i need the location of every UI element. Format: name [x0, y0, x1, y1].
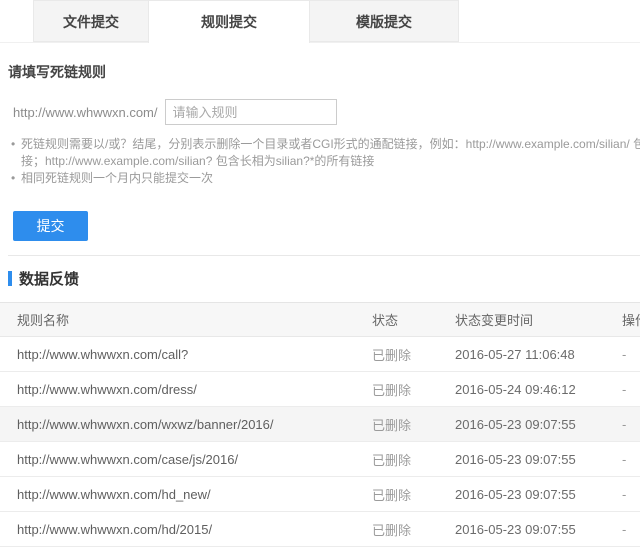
rule-notes: 死链规则需要以/或？结尾，分别表示删除一个目录或者CGI形式的通配链接，例如：h…: [11, 136, 640, 187]
col-header-rule: 规则名称: [17, 313, 70, 328]
rule-form-section: 请填写死链规则 http://www.whwwxn.com/ 死链规则需要以/或…: [0, 62, 640, 241]
site-url-prefix: http://www.whwwxn.com/: [13, 104, 158, 120]
tab-bar: 文件提交 规则提交 模版提交: [0, 0, 640, 43]
table-row: http://www.whwwxn.com/call? 已删除 2016-05-…: [0, 337, 640, 372]
section-divider: [8, 255, 640, 256]
rule-url-cell: http://www.whwwxn.com/case/js/2016/: [17, 451, 239, 467]
time-cell: 2016-05-24 09:46:12: [455, 381, 576, 397]
action-cell: -: [622, 486, 627, 502]
action-cell: -: [622, 416, 627, 432]
rule-note: 相同死链规则一个月内只能提交一次: [11, 170, 640, 187]
rule-note: 死链规则需要以/或？结尾，分别表示删除一个目录或者CGI形式的通配链接，例如：h…: [11, 136, 640, 170]
col-header-status: 状态: [372, 313, 399, 328]
table-row: http://www.whwwxn.com/wxwz/banner/2016/ …: [0, 407, 640, 442]
rule-note-line: 相同死链规则一个月内只能提交一次: [21, 171, 214, 185]
form-heading: 请填写死链规则: [8, 64, 106, 80]
tab-file-submit[interactable]: 文件提交: [33, 0, 149, 42]
status-cell: 已删除: [372, 487, 412, 503]
page: 文件提交 规则提交 模版提交 请填写死链规则 http://www.whwwxn…: [0, 0, 640, 547]
status-cell: 已删除: [372, 417, 412, 433]
status-cell: 已删除: [372, 522, 412, 538]
table-row: http://www.whwwxn.com/hd/2015/ 已删除 2016-…: [0, 512, 640, 547]
rule-url-cell: http://www.whwwxn.com/hd_new/: [17, 486, 211, 502]
rule-note-line: 接；http://www.example.com/silian? 包含长相为si…: [21, 154, 375, 168]
submit-button[interactable]: 提交: [13, 211, 88, 241]
status-cell: 已删除: [372, 382, 412, 398]
rule-url-cell: http://www.whwwxn.com/wxwz/banner/2016/: [17, 416, 274, 432]
feedback-header: 数据反馈: [8, 268, 640, 289]
col-header-time: 状态变更时间: [455, 313, 534, 328]
action-cell: -: [622, 381, 627, 397]
time-cell: 2016-05-23 09:07:55: [455, 521, 576, 537]
section-accent-bar: [8, 271, 12, 286]
time-cell: 2016-05-23 09:07:55: [455, 416, 576, 432]
feedback-table: 规则名称 状态 状态变更时间 操作 http://www.whwwxn.com/…: [0, 302, 640, 547]
table-row: http://www.whwwxn.com/hd_new/ 已删除 2016-0…: [0, 477, 640, 512]
tab-template-submit[interactable]: 模版提交: [309, 0, 459, 42]
rule-note-line: 死链规则需要以/或？结尾，分别表示删除一个目录或者CGI形式的通配链接，例如：h…: [21, 137, 640, 151]
action-cell: -: [622, 521, 627, 537]
tab-rule-submit[interactable]: 规则提交: [148, 0, 310, 43]
action-cell: -: [622, 451, 627, 467]
table-header-row: 规则名称 状态 状态变更时间 操作: [0, 302, 640, 337]
status-cell: 已删除: [372, 347, 412, 363]
time-cell: 2016-05-27 11:06:48: [455, 346, 575, 362]
action-cell: -: [622, 346, 627, 362]
rule-input[interactable]: [164, 99, 337, 125]
feedback-title: 数据反馈: [19, 271, 80, 288]
rule-url-cell: http://www.whwwxn.com/call?: [17, 346, 189, 362]
table-row: http://www.whwwxn.com/case/js/2016/ 已删除 …: [0, 442, 640, 477]
time-cell: 2016-05-23 09:07:55: [455, 486, 576, 502]
status-cell: 已删除: [372, 452, 412, 468]
rule-url-cell: http://www.whwwxn.com/hd/2015/: [17, 521, 213, 537]
rule-input-row: http://www.whwwxn.com/: [13, 99, 640, 125]
table-row: http://www.whwwxn.com/dress/ 已删除 2016-05…: [0, 372, 640, 407]
feedback-section: 数据反馈 规则名称 状态 状态变更时间 操作 http://www.whwwxn…: [0, 268, 640, 547]
rule-url-cell: http://www.whwwxn.com/dress/: [17, 381, 197, 397]
col-header-action: 操作: [622, 313, 640, 328]
time-cell: 2016-05-23 09:07:55: [455, 451, 576, 467]
